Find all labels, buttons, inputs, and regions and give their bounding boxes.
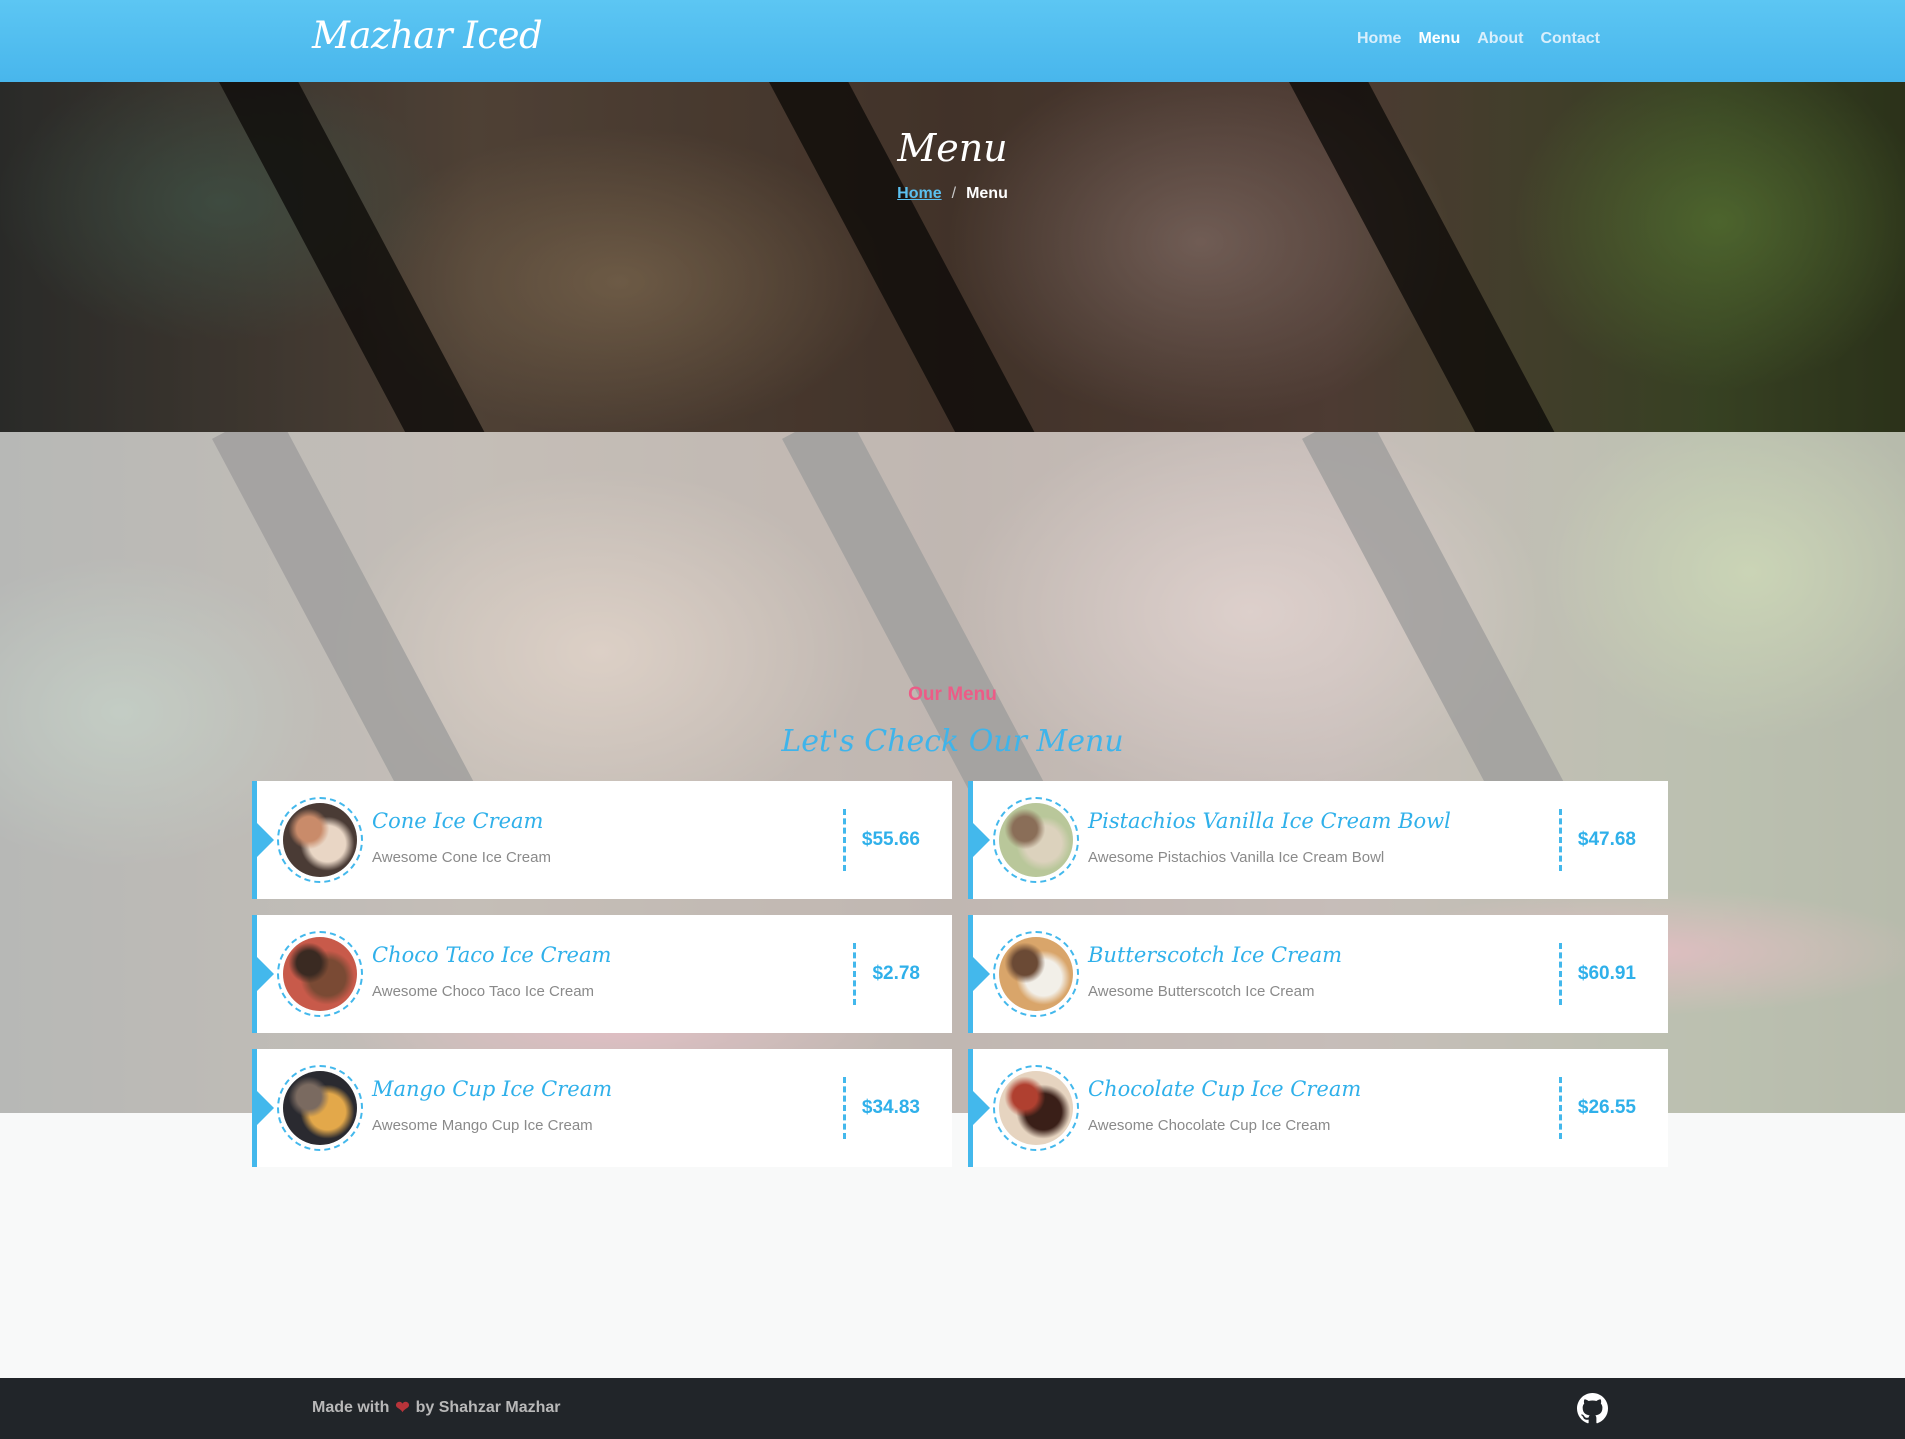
food-image-icon bbox=[999, 803, 1073, 877]
heart-icon: ❤ bbox=[395, 1398, 410, 1417]
menu-item-card[interactable]: Mango Cup Ice Cream Awesome Mango Cup Ic… bbox=[252, 1049, 952, 1167]
nav-link-contact[interactable]: Contact bbox=[1540, 30, 1600, 48]
menu-item-description: Awesome Chocolate Cup Ice Cream bbox=[1088, 1117, 1331, 1134]
menu-item-card[interactable]: Chocolate Cup Ice Cream Awesome Chocolat… bbox=[968, 1049, 1668, 1167]
menu-item-thumbnail bbox=[277, 797, 363, 883]
menu-item-price-box: $60.91 bbox=[1558, 943, 1668, 1005]
nav-links: Home Menu About Contact bbox=[1357, 30, 1600, 48]
menu-item-price: $47.68 bbox=[1577, 829, 1636, 850]
menu-item-price-box: $47.68 bbox=[1558, 809, 1668, 871]
navbar: Mazhar Iced Home Menu About Contact bbox=[0, 0, 1905, 82]
breadcrumb-home-link[interactable]: Home bbox=[897, 185, 941, 203]
menu-item-description: Awesome Pistachios Vanilla Ice Cream Bow… bbox=[1088, 849, 1385, 866]
nav-link-menu[interactable]: Menu bbox=[1418, 30, 1460, 48]
menu-item-card[interactable]: Choco Taco Ice Cream Awesome Choco Taco … bbox=[252, 915, 952, 1033]
menu-item-card[interactable]: Pistachios Vanilla Ice Cream Bowl Awesom… bbox=[968, 781, 1668, 899]
menu-item-price: $26.55 bbox=[1577, 1097, 1636, 1118]
food-image-icon bbox=[283, 1071, 357, 1145]
menu-item-name: Choco Taco Ice Cream bbox=[372, 943, 612, 967]
menu-item-card[interactable]: Cone Ice Cream Awesome Cone Ice Cream $5… bbox=[252, 781, 952, 899]
nav-link-about[interactable]: About bbox=[1477, 30, 1523, 48]
breadcrumb-separator: / bbox=[951, 185, 957, 202]
food-image-icon bbox=[283, 937, 357, 1011]
menu-item-price: $34.83 bbox=[861, 1097, 920, 1118]
menu-item-thumbnail bbox=[277, 931, 363, 1017]
menu-item-name: Pistachios Vanilla Ice Cream Bowl bbox=[1088, 809, 1451, 833]
menu-item-name: Chocolate Cup Ice Cream bbox=[1088, 1077, 1362, 1101]
section-title: Let's Check Our Menu bbox=[781, 724, 1124, 759]
breadcrumb-current: Menu bbox=[966, 185, 1008, 202]
breadcrumb: Home / Menu bbox=[0, 185, 1905, 203]
menu-item-price-box: $2.78 bbox=[853, 943, 952, 1005]
github-icon[interactable] bbox=[1577, 1393, 1608, 1424]
menu-item-price-box: $55.66 bbox=[842, 809, 952, 871]
food-image-icon bbox=[999, 1071, 1073, 1145]
menu-item-name: Cone Ice Cream bbox=[372, 809, 544, 833]
menu-item-description: Awesome Cone Ice Cream bbox=[372, 849, 551, 866]
menu-item-price-box: $26.55 bbox=[1558, 1077, 1668, 1139]
menu-item-price-box: $34.83 bbox=[842, 1077, 952, 1139]
menu-item-card[interactable]: Butterscotch Ice Cream Awesome Buttersco… bbox=[968, 915, 1668, 1033]
footer-credit: Made with ❤ by Shahzar Mazhar bbox=[312, 1398, 561, 1418]
footer-made-with: Made with bbox=[312, 1399, 390, 1416]
section-subtitle: Our Menu bbox=[908, 684, 997, 705]
menu-item-thumbnail bbox=[993, 931, 1079, 1017]
menu-item-price: $60.91 bbox=[1577, 963, 1636, 984]
menu-item-description: Awesome Mango Cup Ice Cream bbox=[372, 1117, 593, 1134]
menu-item-description: Awesome Butterscotch Ice Cream bbox=[1088, 983, 1315, 1000]
menu-grid: Cone Ice Cream Awesome Cone Ice Cream $5… bbox=[252, 781, 1668, 1167]
footer-author: by Shahzar Mazhar bbox=[415, 1399, 561, 1416]
menu-item-thumbnail bbox=[277, 1065, 363, 1151]
menu-item-thumbnail bbox=[993, 1065, 1079, 1151]
brand-logo[interactable]: Mazhar Iced bbox=[312, 14, 543, 57]
menu-item-price: $2.78 bbox=[872, 963, 920, 984]
footer: Made with ❤ by Shahzar Mazhar bbox=[0, 1378, 1905, 1439]
menu-item-name: Mango Cup Ice Cream bbox=[372, 1077, 613, 1101]
page-title: Menu bbox=[897, 126, 1008, 170]
food-image-icon bbox=[283, 803, 357, 877]
menu-item-thumbnail bbox=[993, 797, 1079, 883]
menu-item-price: $55.66 bbox=[861, 829, 920, 850]
food-image-icon bbox=[999, 937, 1073, 1011]
menu-item-name: Butterscotch Ice Cream bbox=[1088, 943, 1343, 967]
menu-item-description: Awesome Choco Taco Ice Cream bbox=[372, 983, 595, 1000]
nav-link-home[interactable]: Home bbox=[1357, 30, 1401, 48]
